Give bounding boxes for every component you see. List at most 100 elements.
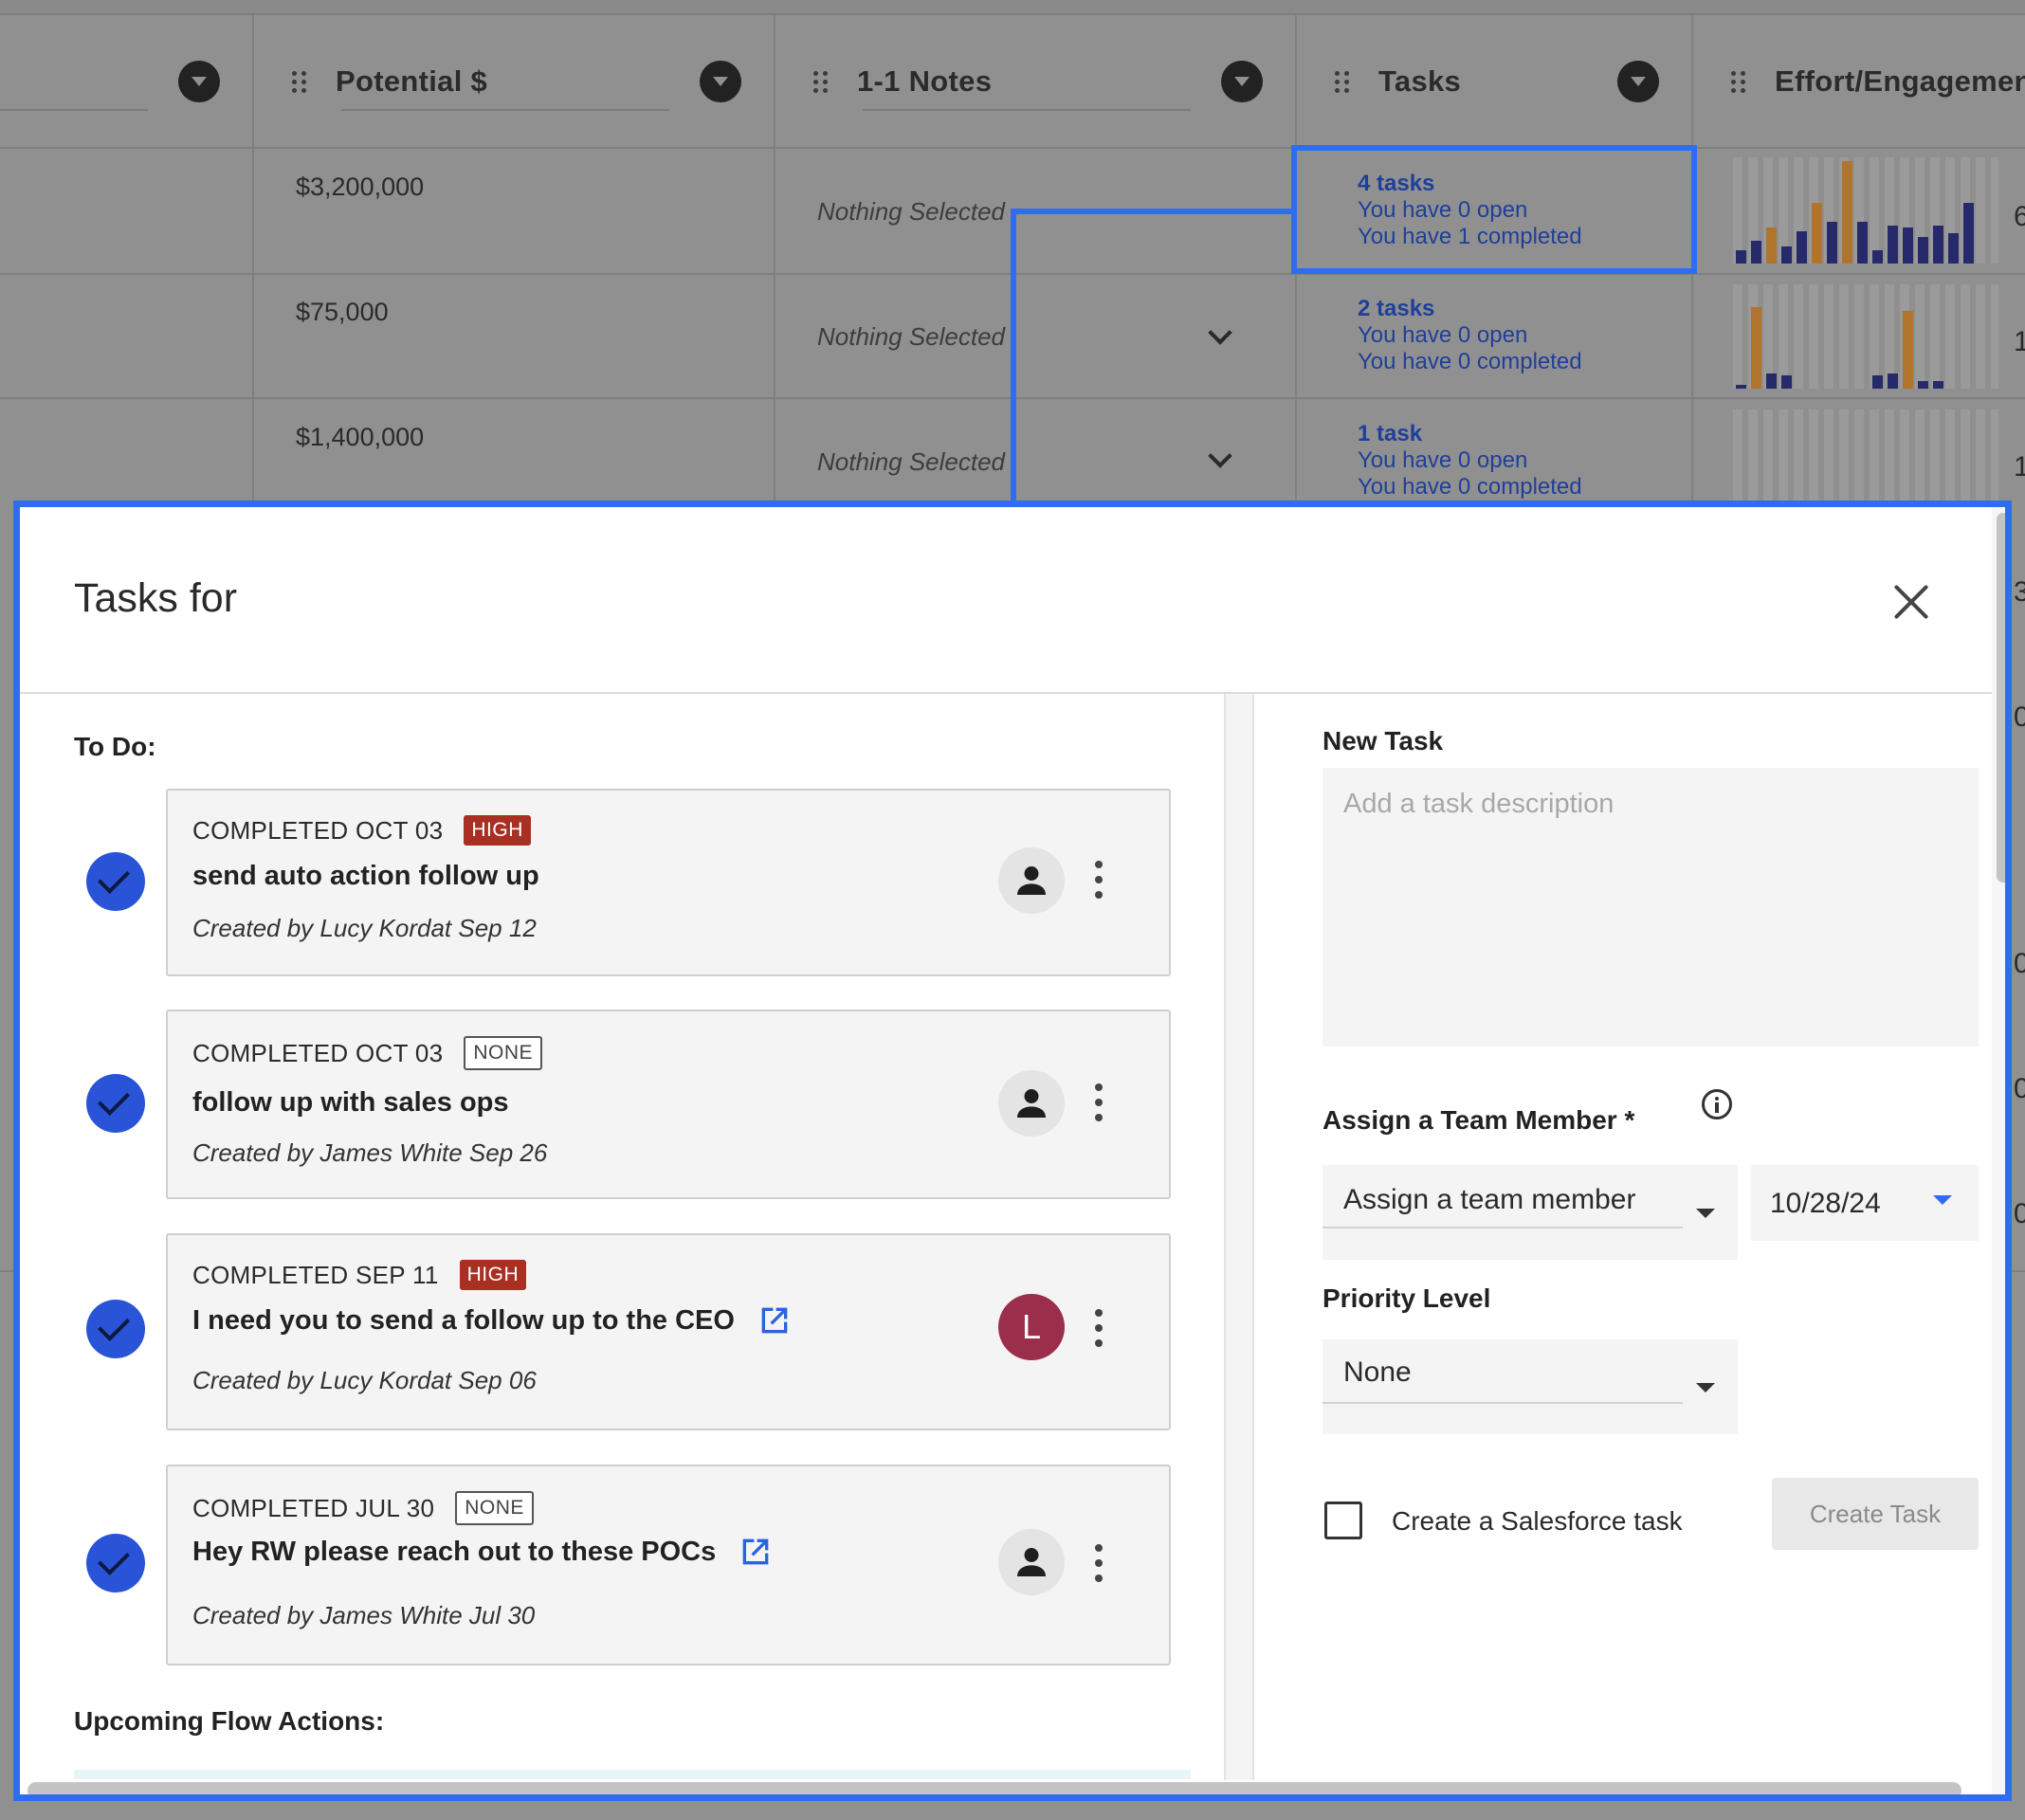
chevron-down-icon[interactable]	[1208, 320, 1232, 345]
person-icon[interactable]	[998, 1070, 1065, 1137]
tasks-completed: You have 0 completed	[1358, 474, 1582, 500]
completed-check-icon[interactable]	[86, 852, 145, 911]
column-menu-icon[interactable]	[1617, 61, 1659, 102]
due-date-value: 10/28/24	[1770, 1188, 1881, 1219]
column-header-label: Tasks	[1378, 64, 1462, 98]
notes-select-value[interactable]: Nothing Selected	[817, 197, 1005, 227]
vertical-scroll-thumb[interactable]	[1997, 513, 2005, 883]
task-title: send auto action follow up	[192, 861, 539, 891]
column-header-tasks[interactable]: Tasks	[1335, 15, 1461, 148]
column-menu-icon[interactable]	[1221, 61, 1263, 102]
salesforce-checkbox[interactable]	[1324, 1502, 1362, 1539]
sparkline-bar	[1824, 284, 1839, 389]
notes-select-value[interactable]: Nothing Selected	[817, 447, 1005, 477]
more-options-icon[interactable]	[1095, 1309, 1104, 1347]
dropdown-arrow-icon[interactable]	[1696, 1383, 1715, 1392]
task-status: COMPLETED OCT 03	[192, 815, 444, 845]
tasks-dialog: Tasks for To Do: COMPLETED OCT 03 HIGH s…	[13, 500, 2012, 1801]
tasks-open: You have 0 open	[1358, 322, 1528, 348]
column-header-notes[interactable]: 1-1 Notes	[813, 15, 992, 148]
sparkline-bar	[1854, 157, 1870, 264]
assign-member-select[interactable]: Assign a team member	[1323, 1165, 1738, 1260]
edge-value: 0	[2014, 1198, 2025, 1229]
tasks-count: 1 task	[1358, 421, 1423, 446]
task-description-input[interactable]	[1323, 768, 1979, 1046]
task-card[interactable]: COMPLETED JUL 30 NONE Hey RW please reac…	[166, 1465, 1171, 1665]
person-icon[interactable]	[998, 847, 1065, 914]
sparkline-bar	[1794, 284, 1809, 389]
info-icon[interactable]	[1702, 1089, 1732, 1119]
priority-select[interactable]: None	[1323, 1339, 1738, 1434]
column-menu-icon[interactable]	[178, 61, 220, 102]
notes-select-value[interactable]: Nothing Selected	[817, 322, 1005, 352]
sparkline-bar	[1915, 157, 1930, 264]
dropdown-arrow-icon[interactable]	[1696, 1209, 1715, 1218]
sparkline-bar	[1809, 284, 1824, 389]
person-icon[interactable]	[998, 1529, 1065, 1595]
external-link-icon[interactable]	[756, 1301, 794, 1339]
more-options-icon[interactable]	[1095, 861, 1104, 899]
column-header-label: Potential $	[336, 64, 488, 98]
due-date-picker[interactable]: 10/28/24	[1751, 1165, 1979, 1241]
sparkline-bar	[1794, 157, 1809, 264]
completed-check-icon[interactable]	[86, 1534, 145, 1592]
upcoming-flow-list	[74, 1770, 1191, 1779]
task-meta: Created by James White Sep 26	[192, 1138, 548, 1167]
edge-value: 0	[2014, 701, 2025, 733]
sparkline-bar	[1930, 284, 1945, 389]
potential-value: $3,200,000	[296, 173, 425, 201]
task-card[interactable]: COMPLETED OCT 03 NONE follow up with sal…	[166, 1010, 1171, 1199]
callout-connector	[1011, 209, 1016, 508]
sparkline-bar	[1779, 284, 1794, 389]
sparkline-bar	[1900, 157, 1915, 264]
priority-badge: NONE	[455, 1491, 534, 1525]
drag-handle-icon[interactable]	[1731, 63, 1746, 100]
task-status: COMPLETED SEP 11	[192, 1260, 439, 1289]
new-task-label: New Task	[1323, 726, 1444, 755]
edge-value: 3	[2014, 576, 2025, 608]
more-options-icon[interactable]	[1095, 1083, 1104, 1121]
sparkline-bar	[1839, 284, 1854, 389]
tasks-open: You have 0 open	[1358, 447, 1528, 473]
drag-handle-icon[interactable]	[1335, 63, 1350, 100]
edge-value: 0	[2014, 1073, 2025, 1104]
column-header-label: 1-1 Notes	[857, 64, 993, 98]
column-header-effort[interactable]: Effort/Engagement	[1731, 15, 2025, 148]
drag-handle-icon[interactable]	[813, 63, 829, 100]
tasks-cell[interactable]: 1 task You have 0 open You have 0 comple…	[1358, 421, 1582, 500]
sparkline-bar	[1961, 284, 1976, 389]
new-task-form: New Task Assign a Team Member * Assign a…	[1254, 694, 1992, 1779]
task-title: I need you to send a follow up to the CE…	[192, 1304, 735, 1336]
horizontal-scroll-thumb[interactable]	[27, 1782, 1961, 1794]
tasks-cell[interactable]: 2 tasks You have 0 open You have 0 compl…	[1358, 296, 1582, 375]
column-header-potential[interactable]: Potential $	[292, 15, 487, 148]
sparkline-bar	[1854, 284, 1870, 389]
date-dropdown-icon[interactable]	[1933, 1195, 1952, 1205]
task-meta: Created by Lucy Kordat Sep 12	[192, 914, 537, 942]
task-card[interactable]: COMPLETED OCT 03 HIGH send auto action f…	[166, 789, 1171, 976]
header-underline	[0, 109, 148, 111]
sparkline-bar	[1870, 157, 1885, 264]
more-options-icon[interactable]	[1095, 1544, 1104, 1582]
close-icon[interactable]	[1892, 583, 1930, 621]
create-task-button[interactable]: Create Task	[1772, 1478, 1979, 1550]
sparkline-bar	[1809, 157, 1824, 264]
user-avatar[interactable]: L	[998, 1294, 1065, 1360]
drag-handle-icon[interactable]	[292, 63, 307, 100]
column-menu-icon[interactable]	[700, 61, 741, 102]
pane-divider	[1224, 694, 1254, 1780]
task-card[interactable]: COMPLETED SEP 11 HIGH I need you to send…	[166, 1233, 1171, 1430]
task-meta: Created by Lucy Kordat Sep 06	[192, 1366, 537, 1394]
sparkline-bar	[1885, 157, 1900, 264]
upcoming-label: Upcoming Flow Actions:	[74, 1706, 385, 1736]
priority-badge: HIGH	[464, 815, 531, 846]
edge-value: 1	[2014, 451, 2025, 482]
edge-value: 0	[2014, 948, 2025, 979]
header-underline	[863, 109, 1191, 111]
completed-check-icon[interactable]	[86, 1074, 145, 1133]
sparkline-bar	[1824, 157, 1839, 264]
external-link-icon[interactable]	[737, 1533, 775, 1571]
chevron-down-icon[interactable]	[1208, 444, 1232, 468]
tasks-completed: You have 0 completed	[1358, 349, 1582, 374]
completed-check-icon[interactable]	[86, 1300, 145, 1358]
